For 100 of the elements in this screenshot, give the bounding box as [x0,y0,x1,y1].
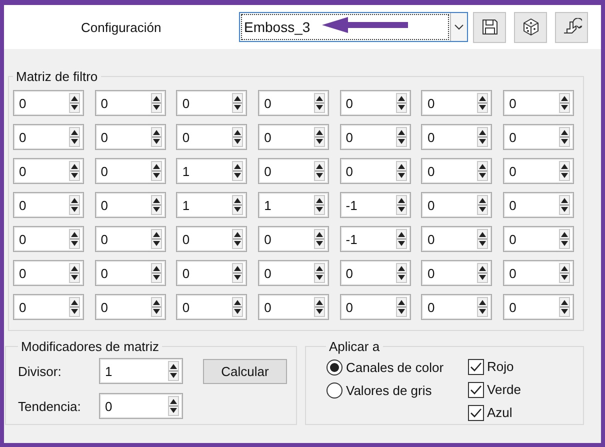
number-field[interactable]: 0 [503,192,574,218]
number-field[interactable]: 0 [13,226,84,252]
spinner-icon[interactable] [232,297,244,317]
spinner-icon[interactable] [559,195,570,215]
number-field[interactable]: 1 [176,158,248,184]
spinner-icon[interactable] [232,127,244,147]
spinner-icon[interactable] [150,93,162,113]
spinner-icon[interactable] [396,297,407,317]
number-field[interactable]: 0 [421,158,492,184]
spinner-icon[interactable] [232,161,244,181]
number-field[interactable]: 0 [340,260,411,286]
number-field[interactable]: 0 [94,192,166,218]
number-field[interactable]: 0 [94,226,166,252]
number-field[interactable]: 0 [421,124,492,150]
spinner-icon[interactable] [150,297,162,317]
spinner-icon[interactable] [477,93,488,113]
number-field[interactable]: 0 [421,90,492,116]
spinner-icon[interactable] [396,263,407,283]
number-field[interactable]: 0 [94,260,166,286]
spinner-icon[interactable] [168,361,179,381]
number-field[interactable]: 0 [258,294,330,320]
spinner-icon[interactable] [314,93,326,113]
spinner-icon[interactable] [314,229,326,249]
number-field[interactable]: 0 [13,192,84,218]
number-field[interactable]: 1 [99,358,183,384]
spinner-icon[interactable] [559,127,570,147]
number-field[interactable]: 0 [176,124,248,150]
spinner-icon[interactable] [150,161,162,181]
spinner-icon[interactable] [477,161,488,181]
number-field[interactable]: 0 [99,393,183,419]
radio-button[interactable] [326,359,343,376]
number-field[interactable]: 0 [340,124,411,150]
number-field[interactable]: -1 [340,226,411,252]
spinner-icon[interactable] [69,195,80,215]
number-field[interactable]: 0 [176,90,248,116]
number-field[interactable]: 0 [94,124,166,150]
number-field[interactable]: 1 [258,192,330,218]
spinner-icon[interactable] [69,127,80,147]
number-field[interactable]: 0 [94,294,166,320]
number-field[interactable]: 0 [176,294,248,320]
spinner-icon[interactable] [232,195,244,215]
spinner-icon[interactable] [477,263,488,283]
radio-button[interactable] [326,382,343,399]
spinner-icon[interactable] [559,93,570,113]
spinner-icon[interactable] [396,195,407,215]
number-field[interactable]: -1 [340,192,411,218]
spinner-icon[interactable] [559,263,570,283]
spinner-icon[interactable] [168,396,179,416]
number-field[interactable]: 0 [258,226,330,252]
number-field[interactable]: 0 [258,158,330,184]
spinner-icon[interactable] [314,195,326,215]
number-field[interactable]: 0 [340,90,411,116]
reset-button[interactable] [555,12,588,42]
number-field[interactable]: 0 [258,260,330,286]
number-field[interactable]: 1 [176,192,248,218]
spinner-icon[interactable] [232,93,244,113]
spinner-icon[interactable] [69,297,80,317]
checkbox[interactable] [468,358,484,374]
spinner-icon[interactable] [396,161,407,181]
spinner-icon[interactable] [232,229,244,249]
spinner-icon[interactable] [314,161,326,181]
spinner-icon[interactable] [314,263,326,283]
spinner-icon[interactable] [69,229,80,249]
number-field[interactable]: 0 [94,90,166,116]
spinner-icon[interactable] [477,229,488,249]
caret-icon[interactable] [454,24,464,30]
number-field[interactable]: 0 [176,226,248,252]
number-field[interactable]: 0 [13,158,84,184]
preset-dropdown[interactable]: Emboss_3 [239,12,468,42]
spinner-icon[interactable] [396,229,407,249]
spinner-icon[interactable] [314,127,326,147]
spinner-icon[interactable] [559,229,570,249]
number-field[interactable]: 0 [13,124,84,150]
spinner-icon[interactable] [69,161,80,181]
spinner-icon[interactable] [314,297,326,317]
number-field[interactable]: 0 [503,124,574,150]
spinner-icon[interactable] [559,161,570,181]
spinner-icon[interactable] [559,297,570,317]
random-button[interactable] [514,12,547,42]
number-field[interactable]: 0 [13,260,84,286]
number-field[interactable]: 0 [13,90,84,116]
number-field[interactable]: 0 [503,90,574,116]
calculate-button[interactable]: Calcular [203,358,287,384]
number-field[interactable]: 0 [421,226,492,252]
spinner-icon[interactable] [477,297,488,317]
spinner-icon[interactable] [396,127,407,147]
spinner-icon[interactable] [477,127,488,147]
number-field[interactable]: 0 [421,192,492,218]
number-field[interactable]: 0 [503,260,574,286]
number-field[interactable]: 0 [258,90,330,116]
number-field[interactable]: 0 [258,124,330,150]
spinner-icon[interactable] [69,93,80,113]
spinner-icon[interactable] [396,93,407,113]
spinner-icon[interactable] [150,229,162,249]
number-field[interactable]: 0 [176,260,248,286]
save-button[interactable] [473,12,506,42]
spinner-icon[interactable] [232,263,244,283]
checkbox[interactable] [468,382,484,398]
number-field[interactable]: 0 [340,294,411,320]
number-field[interactable]: 0 [421,260,492,286]
